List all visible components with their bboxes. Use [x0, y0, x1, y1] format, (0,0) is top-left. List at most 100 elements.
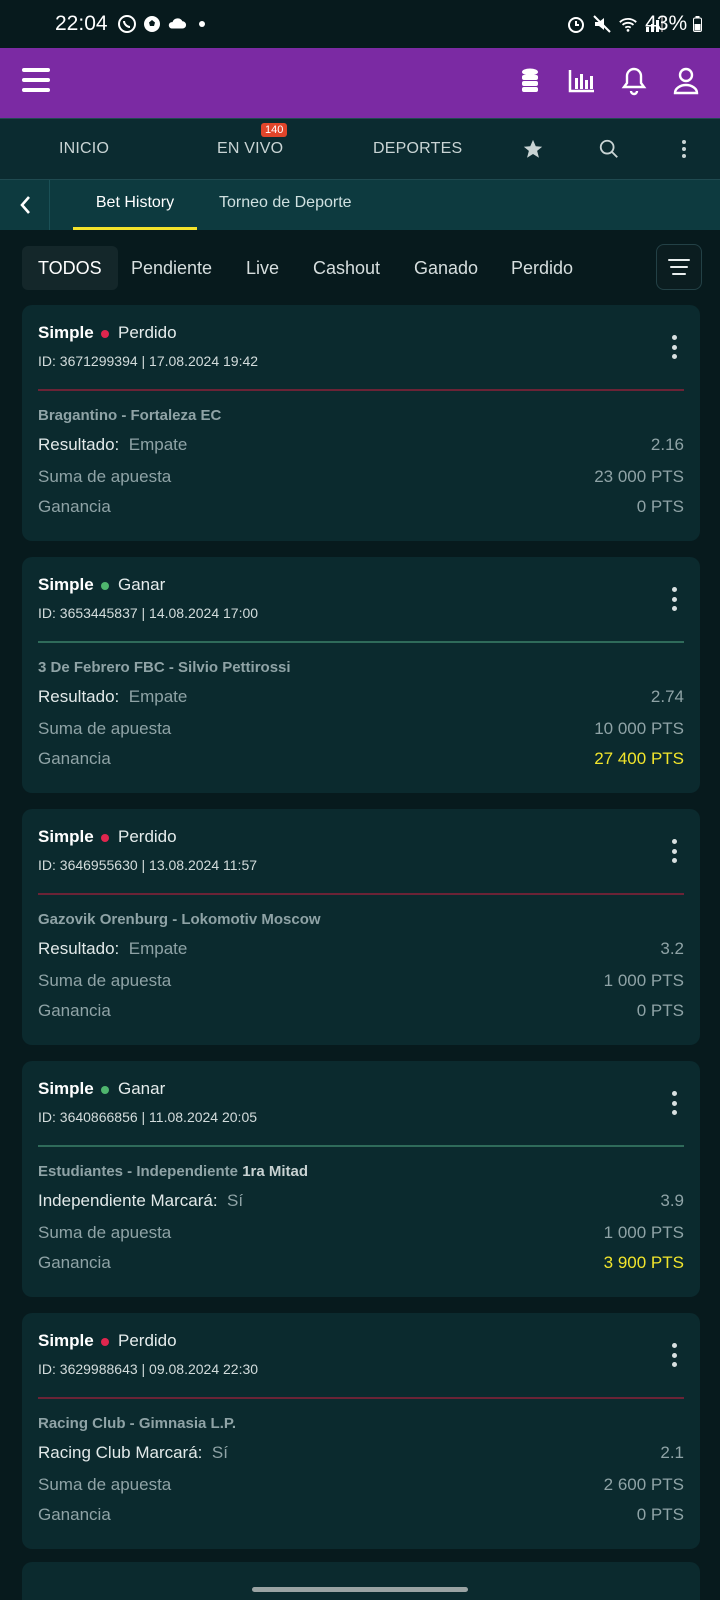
market-label: Resultado: [38, 687, 120, 706]
stake-row: Suma de apuesta 1 000 PTS [38, 1223, 684, 1243]
winnings-row: Ganancia 0 PTS [38, 497, 684, 517]
divider [38, 1397, 684, 1399]
winnings-label: Ganancia [38, 497, 111, 516]
dot-icon [199, 21, 205, 27]
battery-level: 43% [645, 12, 702, 36]
more-vertical-icon[interactable] [672, 1343, 678, 1367]
bet-card[interactable]: Simple Perdido ID: 3671299394 | 17.08.2024… [22, 305, 700, 541]
live-count-badge: 140 [261, 123, 288, 137]
winnings-label: Ganancia [38, 1001, 111, 1020]
battery-icon [693, 16, 702, 32]
bet-id-date: ID: 3671299394 | 17.08.2024 19:42 [38, 353, 259, 369]
star-icon[interactable] [519, 135, 547, 163]
bet-type: Simple [38, 575, 94, 594]
bet-type: Simple [38, 827, 94, 846]
odds-value: 2.74 [650, 687, 684, 706]
winnings-label: Ganancia [38, 1253, 111, 1272]
status-dot [101, 834, 109, 842]
market-label: Independiente Marcará: [38, 1191, 218, 1210]
clock: 22:04 [55, 12, 108, 35]
selection-row: Independiente Marcará: Sí 3.9 [38, 1191, 684, 1211]
filter-cashout[interactable]: Cashout [313, 246, 380, 290]
filter-bar: TODOS Pendiente Live Cashout Ganado Perd… [22, 244, 702, 290]
mute-icon [593, 15, 611, 33]
winnings-value: 0 PTS [636, 1001, 684, 1020]
more-vertical-icon[interactable] [672, 839, 678, 863]
winnings-label: Ganancia [38, 1505, 111, 1524]
market-label: Resultado: [38, 435, 120, 454]
nav-inicio[interactable]: INICIO [59, 119, 109, 179]
filter-live[interactable]: Live [246, 246, 279, 290]
odds-value: 2.1 [660, 1443, 684, 1462]
alarm-icon [568, 17, 584, 33]
coins-icon[interactable] [514, 64, 546, 98]
winnings-label: Ganancia [38, 749, 111, 768]
bet-card-partial[interactable] [22, 1562, 700, 1600]
selection-row: Resultado: Empate 2.74 [38, 687, 684, 707]
menu-icon[interactable] [22, 68, 50, 94]
more-vertical-icon[interactable] [672, 335, 678, 359]
stake-value: 1 000 PTS [603, 1223, 684, 1242]
user-icon[interactable] [670, 64, 702, 98]
odds-value: 3.2 [660, 939, 684, 958]
stake-row: Suma de apuesta 1 000 PTS [38, 971, 684, 991]
divider [38, 641, 684, 643]
bell-icon[interactable] [618, 64, 650, 98]
status-dot [101, 1338, 109, 1346]
stake-row: Suma de apuesta 2 600 PTS [38, 1475, 684, 1495]
selection-row: Racing Club Marcará: Sí 2.1 [38, 1443, 684, 1463]
winnings-value: 0 PTS [636, 1505, 684, 1524]
match-name: Racing Club - Gimnasia L.P. [38, 1415, 237, 1432]
stake-row: Suma de apuesta 10 000 PTS [38, 719, 684, 739]
filter-options-button[interactable] [656, 244, 702, 290]
bet-id-date: ID: 3653445837 | 14.08.2024 17:00 [38, 605, 259, 621]
winnings-value: 3 900 PTS [603, 1253, 684, 1272]
divider [38, 389, 684, 391]
app-header [0, 48, 720, 118]
winnings-row: Ganancia 0 PTS [38, 1505, 684, 1525]
bet-card[interactable]: Simple Ganar ID: 3653445837 | 14.08.2024 1… [22, 557, 700, 793]
stake-value: 10 000 PTS [594, 719, 684, 738]
bet-card[interactable]: Simple Ganar ID: 3640866856 | 11.08.2024 2… [22, 1061, 700, 1297]
whatsapp-icon [118, 15, 136, 33]
odds-value: 3.9 [660, 1191, 684, 1210]
match-name: 3 De Febrero FBC - Silvio Pettirossi [38, 659, 291, 676]
status-dot [101, 582, 109, 590]
filter-perdido[interactable]: Perdido [511, 246, 573, 290]
match-period: 1ra Mitad [242, 1163, 309, 1180]
filter-ganado[interactable]: Ganado [414, 246, 478, 290]
filter-todos[interactable]: TODOS [22, 246, 118, 290]
more-vertical-icon[interactable] [672, 1091, 678, 1115]
selection-value: Empate [128, 435, 188, 454]
stake-value: 2 600 PTS [603, 1475, 684, 1494]
search-icon[interactable] [595, 135, 623, 163]
more-vertical-icon[interactable] [672, 587, 678, 611]
bet-status: Perdido [118, 827, 177, 846]
match-name: Bragantino - Fortaleza EC [38, 407, 222, 424]
tab-torneo-de-deporte[interactable]: Torneo de Deporte [219, 180, 352, 230]
divider [38, 1145, 684, 1147]
market-label: Resultado: [38, 939, 120, 958]
filter-pendiente[interactable]: Pendiente [131, 246, 212, 290]
status-dot [101, 1086, 109, 1094]
match-name: Gazovik Orenburg - Lokomotiv Moscow [38, 911, 321, 928]
back-button[interactable] [0, 180, 50, 230]
stake-label: Suma de apuesta [38, 719, 172, 738]
bet-status: Perdido [118, 323, 177, 342]
sub-nav: Bet History Torneo de Deporte [0, 180, 720, 230]
stake-label: Suma de apuesta [38, 1475, 172, 1494]
bet-id-date: ID: 3640866856 | 11.08.2024 20:05 [38, 1109, 258, 1125]
more-vertical-icon[interactable] [670, 135, 698, 163]
home-indicator[interactable] [252, 1587, 468, 1592]
selection-row: Resultado: Empate 2.16 [38, 435, 684, 455]
tab-bet-history[interactable]: Bet History [73, 180, 197, 230]
bet-status: Ganar [118, 1079, 166, 1098]
bet-card[interactable]: Simple Perdido ID: 3646955630 | 13.08.2024… [22, 809, 700, 1045]
selection-value: Empate [128, 939, 188, 958]
stats-icon[interactable] [566, 64, 598, 98]
nav-deportes[interactable]: DEPORTES [373, 119, 462, 179]
bet-type: Simple [38, 323, 94, 342]
bet-card[interactable]: Simple Perdido ID: 3629988643 | 09.08.2024… [22, 1313, 700, 1549]
status-bar: 22:04 43% [0, 0, 720, 48]
selection-row: Resultado: Empate 3.2 [38, 939, 684, 959]
